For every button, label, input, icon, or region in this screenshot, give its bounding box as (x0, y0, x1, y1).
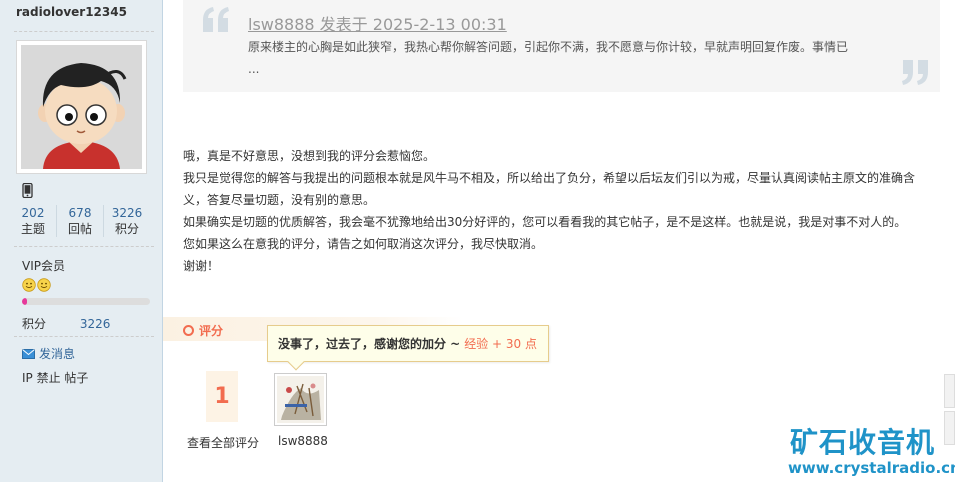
stat-threads[interactable]: 202 主题 (10, 205, 56, 237)
quote-block: lsw8888 发表于 2025-2-13 00:31 原来楼主的心胸是如此狭窄… (183, 0, 940, 92)
stat-replies[interactable]: 678 回帖 (56, 205, 103, 237)
user-group-label[interactable]: VIP会员 (22, 257, 65, 274)
stat-threads-value[interactable]: 202 (10, 205, 56, 221)
ip-ban-links[interactable]: IP 禁止 帖子 (22, 369, 88, 386)
quote-header-link[interactable]: lsw8888 发表于 2025-2-13 00:31 (248, 11, 507, 35)
divider (14, 31, 154, 32)
forum-post-page: radiolover12345 202 主题 678 回帖 3226 积分 VI… (0, 0, 955, 482)
scroll-down-button[interactable] (944, 411, 955, 445)
smiley-rank-icon (22, 278, 36, 292)
post-content: 哦，真是不好意思，没想到我的评分会惹恼您。 我只是觉得您的解答与我提出的问题根本… (183, 145, 933, 277)
send-message-label[interactable]: 发消息 (39, 345, 75, 362)
send-message-link[interactable]: 发消息 (22, 345, 75, 362)
tooltip-arrow (287, 353, 305, 371)
rating-tooltip: 没事了，过去了，感谢您的加分 ~ 经验 + 30 点 (267, 325, 549, 371)
view-all-ratings-link[interactable]: 查看全部评分 (187, 434, 259, 451)
post-paragraph: 如果确实是切题的优质解答，我会毫不犹豫地给出30分好评的，您可以看看我的其它帖子… (183, 215, 907, 229)
rating-tooltip-points: 经验 + 30 点 (464, 337, 538, 351)
author-stats: 202 主题 678 回帖 3226 积分 (10, 205, 150, 237)
stat-threads-label: 主题 (20, 222, 45, 236)
avatar[interactable] (16, 40, 147, 174)
site-watermark: 矿石收音机 (790, 426, 936, 459)
post-paragraph: 您如果这么在意我的评分，请告之如何取消这次评分，我尽快取消。 (183, 237, 544, 251)
post-paragraph: 我只是觉得您的解答与我提出的问题根本就是风牛马不相及，所以给出了负分，希望以后坛… (183, 171, 916, 207)
stat-replies-label: 回帖 (67, 222, 92, 236)
envelope-icon (22, 348, 35, 359)
level-progress-bar (22, 298, 150, 305)
rater-avatar-image-icon (277, 376, 324, 423)
site-watermark-url: www.crystalradio.cn (788, 459, 955, 477)
level-progress-fill (22, 298, 28, 305)
points-value[interactable]: 3226 (80, 317, 111, 331)
stat-replies-value[interactable]: 678 (57, 205, 103, 221)
divider (14, 246, 154, 247)
stat-points[interactable]: 3226 积分 (103, 205, 150, 237)
points-row: 积分 3226 (22, 315, 110, 332)
divider (14, 336, 154, 337)
scroll-up-button[interactable] (944, 374, 955, 408)
rank-icons (22, 278, 51, 292)
smiley-rank-icon (37, 278, 51, 292)
quote-text: 原来楼主的心胸是如此狭窄，我热心帮你解答问题，引起你不满，我不愿意与你计较，早就… (248, 40, 849, 76)
cartoon-avatar-icon (21, 45, 142, 169)
stat-points-value[interactable]: 3226 (104, 205, 150, 221)
stat-points-label: 积分 (114, 222, 139, 236)
rating-title: 评分 (199, 324, 224, 338)
open-quote-icon (203, 7, 229, 32)
rating-tooltip-text: 没事了，过去了，感谢您的加分 ~ (278, 337, 461, 351)
mobile-phone-icon (22, 183, 33, 198)
points-label: 积分 (22, 317, 47, 331)
post-paragraph: 哦，真是不好意思，没想到我的评分会惹恼您。 (183, 149, 436, 163)
rater-avatar[interactable] (274, 373, 327, 426)
rating-count: 1 (206, 371, 238, 422)
rating-circle-icon (183, 325, 194, 336)
author-sidebar: radiolover12345 202 主题 678 回帖 3226 积分 VI… (0, 0, 163, 482)
rating-header: 评分 (183, 322, 223, 339)
rater-name[interactable]: lsw8888 (278, 434, 328, 448)
close-quote-icon (902, 60, 928, 85)
author-username[interactable]: radiolover12345 (16, 5, 127, 19)
post-paragraph: 谢谢！ (183, 259, 220, 273)
